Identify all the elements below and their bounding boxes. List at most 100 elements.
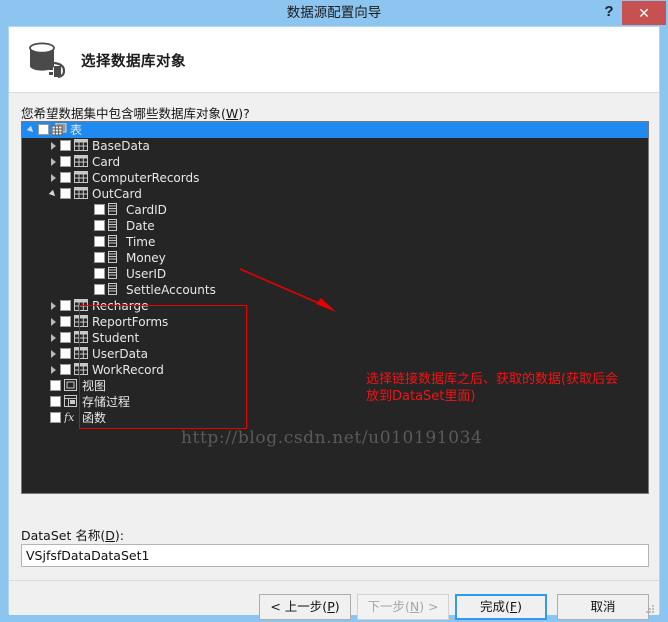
checkbox[interactable] <box>94 252 105 263</box>
tree-node-label: WorkRecord <box>92 363 164 377</box>
prompt-label: 您希望数据集中包含哪些数据库对象(W)? <box>21 103 250 122</box>
checkbox[interactable] <box>60 156 71 167</box>
tree-node-table[interactable]: Recharge <box>22 298 648 314</box>
expander-closed-icon[interactable] <box>48 298 60 314</box>
tree-node-table[interactable]: Card <box>22 154 648 170</box>
cancel-button[interactable]: 取消 <box>557 594 649 620</box>
database-objects-tree[interactable]: 表 BaseData Card ComputerRecords OutCard CardI… <box>21 121 649 494</box>
tree-node-label: CardID <box>126 203 167 217</box>
table-icon <box>74 346 88 361</box>
tree-node-label: 表 <box>70 123 83 137</box>
tree-node-label: 视图 <box>82 379 107 393</box>
tree-node-label: OutCard <box>92 187 142 201</box>
close-button[interactable]: ✕ <box>622 1 666 25</box>
dialog-client-area: 选择数据库对象 您希望数据集中包含哪些数据库对象(W)? 表 BaseData Ca… <box>8 26 660 620</box>
cancel-label: 取消 <box>590 599 616 614</box>
expander-open-icon[interactable] <box>26 122 38 138</box>
column-icon <box>108 250 122 265</box>
tree-node-label: Student <box>92 331 140 345</box>
tree-node-column[interactable]: Money <box>22 250 648 266</box>
checkbox[interactable] <box>60 332 71 343</box>
next-accelerator: N <box>409 599 420 614</box>
function-fx-icon: fx <box>63 411 78 425</box>
expander-closed-icon[interactable] <box>48 362 60 378</box>
column-icon <box>108 218 122 233</box>
tree-node-other[interactable]: fx 函数 <box>22 410 648 426</box>
finish-label-after: ) <box>517 599 522 614</box>
tree-node-table[interactable]: ReportForms <box>22 314 648 330</box>
checkbox[interactable] <box>60 300 71 311</box>
expander-closed-icon[interactable] <box>48 346 60 362</box>
checkbox[interactable] <box>94 204 105 215</box>
help-button[interactable]: ? <box>596 0 622 26</box>
tree-node-column[interactable]: Date <box>22 218 648 234</box>
page-title: 选择数据库对象 <box>81 54 186 70</box>
previous-button[interactable]: < 上一步(P) <box>259 594 351 620</box>
tree-node-column[interactable]: Time <box>22 234 648 250</box>
expander-closed-icon[interactable] <box>48 154 60 170</box>
header-banner: 选择数据库对象 <box>9 27 659 93</box>
tree-node-label: 存储过程 <box>82 395 131 409</box>
expander-closed-icon[interactable] <box>48 314 60 330</box>
checkbox[interactable] <box>60 140 71 151</box>
tree-node-other[interactable]: 存储过程 <box>22 394 648 410</box>
checkbox[interactable] <box>38 124 49 135</box>
tree-node-tables-root[interactable]: 表 <box>22 122 648 138</box>
table-icon <box>74 154 88 169</box>
column-icon <box>108 282 122 297</box>
tree-node-column[interactable]: SettleAccounts <box>22 282 648 298</box>
previous-label-after: ) <box>334 599 340 614</box>
checkbox[interactable] <box>50 380 61 391</box>
dataset-label-before: DataSet 名称( <box>21 528 106 543</box>
checkbox[interactable] <box>60 316 71 327</box>
tree-node-table[interactable]: Student <box>22 330 648 346</box>
tree-node-column[interactable]: CardID <box>22 202 648 218</box>
dataset-label-accelerator: D <box>105 528 115 543</box>
expander-closed-icon[interactable] <box>48 170 60 186</box>
tree-node-table[interactable]: UserData <box>22 346 648 362</box>
view-icon <box>64 378 78 393</box>
title-bar: 数据源配置向导 ? ✕ <box>0 0 668 26</box>
tree-node-table[interactable]: ComputerRecords <box>22 170 648 186</box>
resize-grip-icon <box>646 601 655 613</box>
tree-node-label: Card <box>92 155 121 169</box>
tree-node-table[interactable]: BaseData <box>22 138 648 154</box>
checkbox[interactable] <box>60 188 71 199</box>
checkbox[interactable] <box>94 220 105 231</box>
tree-node-label: BaseData <box>92 139 150 153</box>
checkbox[interactable] <box>94 268 105 279</box>
dataset-name-input[interactable] <box>21 544 649 567</box>
tree-node-label: Date <box>126 219 155 233</box>
checkbox[interactable] <box>60 172 71 183</box>
tree-node-other[interactable]: 视图 <box>22 378 648 394</box>
expander-closed-icon[interactable] <box>48 330 60 346</box>
tree-node-label: UserData <box>92 347 149 361</box>
table-icon <box>74 138 88 153</box>
checkbox[interactable] <box>50 412 61 423</box>
checkbox[interactable] <box>94 284 105 295</box>
checkbox[interactable] <box>50 396 61 407</box>
tree-node-table[interactable]: WorkRecord <box>22 362 648 378</box>
tables-stack-icon <box>51 122 67 137</box>
checkbox[interactable] <box>60 348 71 359</box>
tree-node-table[interactable]: OutCard <box>22 186 648 202</box>
tree-node-column[interactable]: UserID <box>22 266 648 282</box>
checkbox[interactable] <box>94 236 105 247</box>
database-cylinder-icon <box>25 37 73 85</box>
expander-open-icon[interactable] <box>48 186 60 202</box>
tree-node-label: Money <box>126 251 166 265</box>
finish-button[interactable]: 完成(F) <box>455 594 547 620</box>
checkbox[interactable] <box>60 364 71 375</box>
expander-closed-icon[interactable] <box>48 138 60 154</box>
